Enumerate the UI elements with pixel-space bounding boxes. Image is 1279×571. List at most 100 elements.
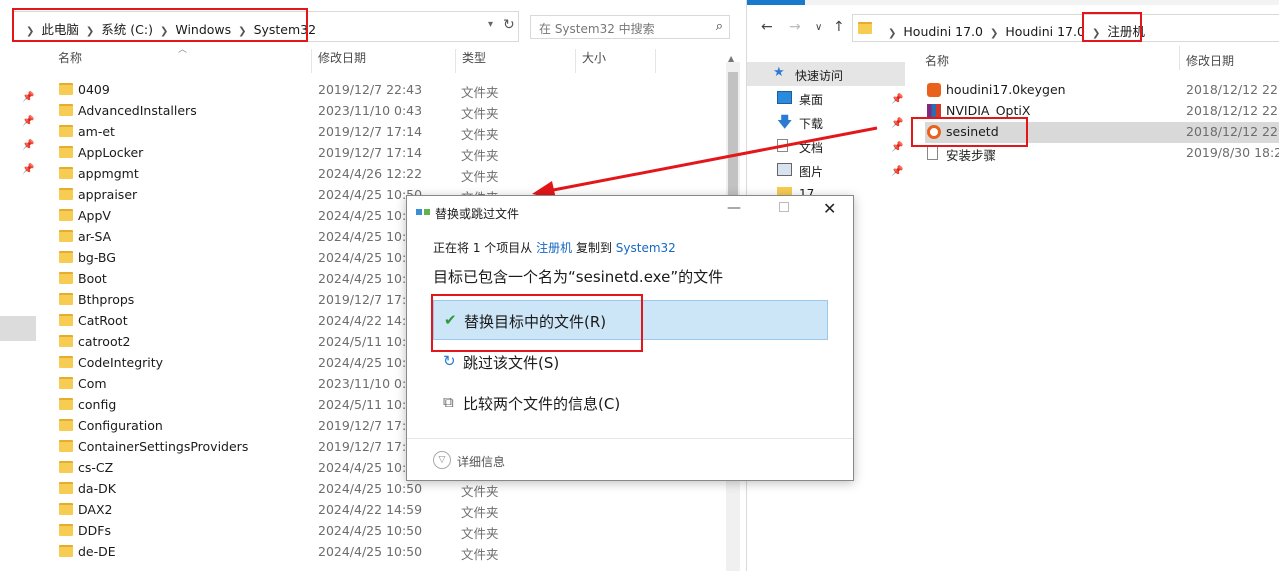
file-type: 文件夹 (461, 127, 499, 142)
file-name: NVIDIA_OptiX (946, 103, 1031, 118)
chevron-down-icon[interactable]: ▽ (433, 451, 451, 469)
file-date: 2018/12/12 22:0 (1186, 124, 1279, 139)
folder-icon (858, 22, 872, 34)
skip-file-option[interactable]: ↻ 跳过该文件(S) (433, 342, 828, 382)
breadcrumb-item[interactable]: 注册机 (1107, 24, 1145, 39)
breadcrumb-item[interactable]: Windows (175, 22, 231, 37)
refresh-icon[interactable]: ↻ (503, 17, 515, 33)
file-row[interactable]: 安装步骤 2019/8/30 18:20 (925, 143, 1279, 164)
file-row[interactable]: am-et 2019/12/7 17:14 文件夹 (56, 122, 726, 143)
file-row[interactable]: 0409 2019/12/7 22:43 文件夹 (56, 80, 726, 101)
file-row-selected[interactable]: sesinetd 2018/12/12 22:0 (925, 122, 1279, 143)
folder-icon (59, 335, 73, 347)
file-name: appmgmt (78, 166, 139, 181)
breadcrumb-item[interactable]: Houdini 17.0 (903, 24, 983, 39)
minimize-icon[interactable]: — (727, 200, 741, 216)
back-icon[interactable]: ← (761, 19, 773, 35)
folder-icon (59, 272, 73, 284)
column-header-size[interactable]: 大小 (582, 49, 606, 73)
pin-icon[interactable]: 📌 (891, 94, 903, 105)
file-date: 2019/12/7 17:1 (318, 439, 415, 454)
search-input[interactable]: 在 System32 中搜索 ⌕ (530, 15, 730, 39)
forward-icon[interactable]: → (789, 19, 801, 35)
check-icon: ✔ (444, 311, 457, 329)
address-bar[interactable]: ❯ 此电脑 ❯ 系统 (C:) ❯ Windows ❯ System32 ▾ ↻ (12, 11, 519, 42)
column-header-date[interactable]: 修改日期 (1186, 52, 1234, 69)
text-file-icon (927, 146, 938, 160)
picture-icon (777, 163, 792, 176)
nav-pane-selected-item[interactable] (0, 316, 36, 341)
status-mid: 复制到 (575, 241, 612, 255)
breadcrumb-item[interactable]: 此电脑 (41, 22, 79, 37)
chevron-right-icon: ❯ (989, 28, 999, 39)
replace-file-option[interactable]: ✔ 替换目标中的文件(R) (433, 300, 828, 340)
folder-icon (59, 83, 73, 95)
ribbon-file-tab[interactable] (747, 0, 805, 5)
file-type: 文件夹 (461, 106, 499, 121)
file-name: cs-CZ (78, 460, 114, 475)
chevron-right-icon: ❯ (888, 28, 897, 39)
chevron-right-icon: ❯ (26, 26, 35, 37)
breadcrumb-item[interactable]: 系统 (C:) (101, 22, 153, 37)
file-row[interactable]: houdini17.0keygen 2018/12/12 22:0 (925, 80, 1279, 101)
column-header-type[interactable]: 类型 (462, 49, 486, 73)
file-name: 安装步骤 (946, 148, 997, 163)
destination-link[interactable]: System32 (616, 241, 676, 255)
file-row[interactable]: da-DK 2024/4/25 10:50 文件夹 (56, 479, 726, 500)
file-date: 2024/4/25 10:5 (318, 460, 415, 475)
file-row[interactable]: de-DE 2024/4/25 10:50 文件夹 (56, 542, 726, 563)
folder-icon (59, 188, 73, 200)
file-row[interactable]: AdvancedInstallers 2023/11/10 0:43 文件夹 (56, 101, 726, 122)
source-link[interactable]: 注册机 (536, 241, 572, 255)
details-toggle-label[interactable]: 详细信息 (457, 453, 505, 470)
dialog-footer: ▽ 详细信息 (407, 438, 853, 480)
chevron-right-icon: ❯ (238, 26, 247, 37)
breadcrumb-item[interactable]: System32 (254, 22, 317, 37)
file-date: 2023/11/10 0:43 (318, 103, 423, 118)
chevron-down-icon[interactable]: ▾ (488, 19, 493, 30)
pin-icon[interactable]: 📌 (891, 142, 903, 153)
column-header-date[interactable]: 修改日期 (318, 49, 366, 73)
breadcrumb: ❯ 此电脑 ❯ 系统 (C:) ❯ Windows ❯ System32 (19, 19, 316, 38)
compare-files-option[interactable]: ⧉ 比较两个文件的信息(C) (433, 383, 828, 423)
file-name: ar-SA (78, 229, 112, 244)
up-icon[interactable]: ↑ (833, 19, 845, 35)
column-header-name[interactable]: 名称 (925, 52, 949, 69)
pin-icon[interactable]: 📌 (22, 164, 34, 175)
file-type: 文件夹 (461, 484, 499, 499)
pin-icon[interactable]: 📌 (891, 166, 903, 177)
folder-icon (59, 482, 73, 494)
file-row[interactable]: appmgmt 2024/4/26 12:22 文件夹 (56, 164, 726, 185)
address-bar[interactable]: ❯ Houdini 17.0 ❯ Houdini 17.0 ❯ 注册机 (852, 14, 1279, 42)
file-row[interactable]: DAX2 2024/4/22 14:59 文件夹 (56, 500, 726, 521)
search-placeholder: 在 System32 中搜索 (539, 22, 655, 36)
pin-icon[interactable]: 📌 (891, 118, 903, 129)
file-type: 文件夹 (461, 505, 499, 520)
folder-icon (59, 440, 73, 452)
scroll-up-icon[interactable]: ▲ (728, 54, 734, 63)
column-header-name[interactable]: 名称 (58, 49, 82, 73)
file-row[interactable]: DDFs 2024/4/25 10:50 文件夹 (56, 521, 726, 542)
file-date: 2019/12/7 17:14 (318, 124, 423, 139)
pin-icon[interactable]: 📌 (22, 140, 34, 151)
file-name: Com (78, 376, 107, 391)
nav-item-label: 下载 (799, 117, 824, 131)
file-name: appraiser (78, 187, 138, 202)
column-divider (655, 49, 656, 73)
breadcrumb-item[interactable]: Houdini 17.0 (1005, 24, 1085, 39)
file-date: 2019/12/7 17:14 (318, 145, 423, 160)
folder-icon (59, 419, 73, 431)
file-row[interactable]: AppLocker 2019/12/7 17:14 文件夹 (56, 143, 726, 164)
close-icon[interactable]: ✕ (823, 199, 836, 218)
file-name: am-et (78, 124, 115, 139)
folder-icon (59, 293, 73, 305)
file-name: sesinetd (946, 124, 999, 139)
pin-icon[interactable]: 📌 (22, 92, 34, 103)
file-row[interactable]: NVIDIA_OptiX 2018/12/12 22:2 (925, 101, 1279, 122)
file-type: 文件夹 (461, 148, 499, 163)
column-divider (575, 49, 576, 73)
folder-icon (59, 398, 73, 410)
chevron-down-icon[interactable]: ∨ (815, 22, 822, 33)
pin-icon[interactable]: 📌 (22, 116, 34, 127)
file-date: 2019/12/7 17:3 (318, 418, 415, 433)
